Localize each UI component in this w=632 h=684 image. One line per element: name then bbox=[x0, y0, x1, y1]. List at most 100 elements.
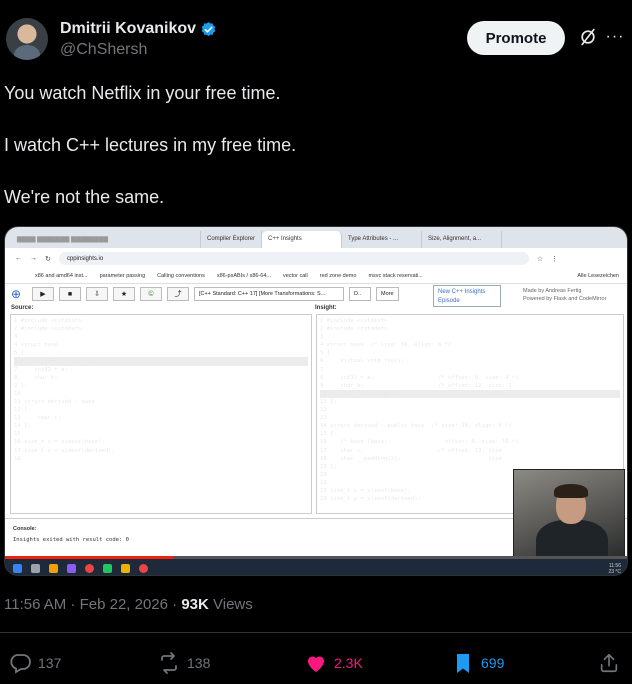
chrome-icon[interactable] bbox=[139, 563, 148, 573]
source-code-line: 16 size_t x = sizeof(base); bbox=[14, 439, 105, 446]
standard-select[interactable]: [C++ Standard: C++ 17] [More Transformat… bbox=[194, 287, 344, 301]
episode-popup-line: New C++ Insights bbox=[438, 289, 486, 295]
source-code-line: 3 bbox=[14, 334, 18, 341]
url-field[interactable]: cppinsights.io bbox=[58, 252, 529, 265]
source-code-line: 1 #include <cstdint> bbox=[14, 318, 82, 324]
app-icon[interactable] bbox=[121, 563, 130, 573]
source-code-line: 4 struct base bbox=[14, 342, 58, 349]
tweet-media-video[interactable]: ▇▇▇▇ ▇▇▇▇▇▇▇ ▇▇▇▇▇▇▇▇ Compiler Explorer … bbox=[4, 226, 628, 576]
save-button[interactable]: ■ bbox=[59, 287, 81, 301]
app-icon[interactable] bbox=[103, 563, 112, 573]
source-code-line: 14 }; bbox=[14, 423, 31, 430]
author-name[interactable]: Dmitrii Kovanikov bbox=[60, 20, 196, 38]
webcam-person-body bbox=[536, 520, 608, 556]
insight-code-line: 4 struct base /* size: 16, align: 8 */ bbox=[320, 342, 452, 349]
insight-code-line: 14 struct derived : public base /* size:… bbox=[320, 423, 512, 430]
insight-code-line: 18 char __padding[2]; size bbox=[320, 455, 502, 462]
start-icon[interactable] bbox=[13, 563, 22, 573]
made-by-credit: Made by Andreas Fertig Powered by Flask … bbox=[523, 287, 606, 303]
insight-label: Insight: bbox=[315, 305, 337, 311]
tweet-meta: 11:56 AM · Feb 22, 2026 · 93K Views bbox=[4, 596, 253, 613]
source-label: Source: bbox=[11, 305, 34, 311]
insight-code-line: 12 bbox=[320, 407, 327, 414]
tweet-text: You watch Netflix in your free time. I w… bbox=[4, 80, 296, 236]
bookmark-star-icon[interactable]: ☆ bbox=[537, 255, 543, 263]
share-icon bbox=[600, 653, 618, 673]
options-select[interactable]: D.. bbox=[349, 287, 371, 301]
author-block: Dmitrii Kovanikov @ChShersh bbox=[60, 20, 217, 59]
author-handle[interactable]: @ChShersh bbox=[60, 41, 217, 59]
forward-icon[interactable]: → bbox=[30, 255, 37, 262]
bookmark-button[interactable]: 699 bbox=[451, 650, 504, 676]
reply-button[interactable]: 137 bbox=[8, 650, 61, 676]
bookmark-item[interactable]: x86-psABIs / x86-64... bbox=[217, 273, 271, 279]
insight-code-line: 5 { bbox=[320, 350, 331, 357]
bookmark-item[interactable]: Calling conventions bbox=[157, 273, 205, 279]
insight-code-line: 8 int32_t a; /* offset: 8, size: 4 */ bbox=[320, 374, 519, 381]
insight-code-line: 3 bbox=[320, 334, 324, 341]
bookmark-item[interactable]: Alle Lesezeichen bbox=[577, 273, 619, 279]
divider bbox=[0, 632, 632, 633]
reload-icon[interactable]: ↻ bbox=[45, 255, 51, 263]
source-code-line: 2 #include <cstddef> bbox=[14, 326, 82, 333]
repost-button[interactable]: 138 bbox=[157, 650, 210, 676]
browser-tab[interactable]: Compiler Explorer bbox=[201, 231, 263, 248]
tweet-timestamp[interactable]: 11:56 AM · Feb 22, 2026 · bbox=[4, 596, 181, 613]
like-heart-icon bbox=[308, 656, 324, 672]
run-button[interactable]: ▶ bbox=[32, 287, 54, 301]
download-button[interactable]: ⇩ bbox=[86, 287, 108, 301]
bookmark-item[interactable]: parameter passing bbox=[100, 273, 146, 279]
avatar[interactable] bbox=[6, 18, 48, 60]
source-editor[interactable]: 1 #include <cstdint> 2 #include <cstddef>… bbox=[10, 314, 312, 514]
bookmark-item[interactable]: vector call bbox=[283, 273, 308, 279]
made-by-line: Made by Andreas Fertig bbox=[523, 288, 582, 294]
more-button[interactable]: More bbox=[376, 287, 399, 301]
repost-icon bbox=[161, 652, 177, 674]
search-icon[interactable] bbox=[31, 563, 40, 573]
insight-code-line: 1 #include <cstdint> bbox=[320, 318, 388, 324]
share-button[interactable] bbox=[598, 650, 620, 676]
like-count: 2.3K bbox=[334, 655, 363, 671]
explorer-icon[interactable] bbox=[49, 563, 58, 573]
insight-code-line: 2 #include <cstddef> bbox=[320, 326, 388, 333]
tweet-line-3: We're not the same. bbox=[4, 187, 165, 207]
bookmark-item[interactable]: x86 and amd64 inst... bbox=[35, 273, 88, 279]
insight-code-line: 13 bbox=[320, 415, 327, 422]
source-code-line: 9 }; bbox=[14, 382, 28, 389]
views-label: Views bbox=[208, 596, 253, 613]
more-dots-icon[interactable]: ··· bbox=[604, 26, 626, 48]
source-code-line: 15 bbox=[14, 431, 21, 438]
verified-badge-icon bbox=[201, 21, 216, 36]
source-code-line: 13 char c; bbox=[14, 415, 62, 422]
browser-tab[interactable]: Size, Alignment, a... bbox=[422, 231, 503, 248]
insight-code-line: 9 char b; /* offset: 12, size: 1 bbox=[320, 382, 512, 389]
share-link-button[interactable]: ⤴ bbox=[167, 287, 189, 301]
tweet-actions: 137 138 2.3K 699 bbox=[0, 650, 632, 676]
app-icon[interactable] bbox=[85, 563, 94, 573]
bookmark-count: 699 bbox=[481, 655, 505, 671]
tray-temp: 23 °C bbox=[608, 569, 621, 575]
compiler-explorer-button[interactable]: © bbox=[140, 287, 162, 301]
bookmark-item[interactable]: msvc stack reservati... bbox=[368, 273, 422, 279]
browser-tab-blurred: ▇▇▇▇ ▇▇▇▇▇▇▇ ▇▇▇▇▇▇▇▇ bbox=[11, 231, 201, 248]
promote-button[interactable]: Promote bbox=[467, 21, 565, 55]
bookmark-item[interactable]: red zone demo bbox=[320, 273, 357, 279]
browser-address-bar: ← → ↻ cppinsights.io ☆ ⋮ bbox=[5, 248, 627, 269]
browser-tab-active[interactable]: C++ Insights bbox=[262, 231, 343, 248]
insight-code-line: 10 char __padding[3]; size: 3 */ bbox=[320, 389, 620, 398]
insight-code-line: 16 /* base (base) offset: 0, size: 16 */ bbox=[320, 439, 519, 446]
insight-code-line: 15 { bbox=[320, 431, 334, 438]
back-icon[interactable]: ← bbox=[15, 255, 22, 262]
insight-code-line: 7 bbox=[320, 366, 324, 373]
grok-slash-icon[interactable] bbox=[577, 26, 599, 48]
source-code-line: 8 char b; bbox=[14, 374, 58, 381]
app-icon[interactable] bbox=[67, 563, 76, 573]
favorite-button[interactable]: ★ bbox=[113, 287, 135, 301]
browser-tab[interactable]: Type Attributes - ... bbox=[342, 231, 423, 248]
episode-popup[interactable]: New C++ Insights Episode bbox=[433, 285, 501, 307]
webcam-person-hair bbox=[554, 484, 588, 498]
like-button[interactable]: 2.3K bbox=[304, 650, 363, 676]
author-name-row[interactable]: Dmitrii Kovanikov bbox=[60, 20, 217, 38]
browser-menu-icon[interactable]: ⋮ bbox=[551, 255, 558, 263]
episode-popup-line: Episode bbox=[438, 298, 460, 304]
